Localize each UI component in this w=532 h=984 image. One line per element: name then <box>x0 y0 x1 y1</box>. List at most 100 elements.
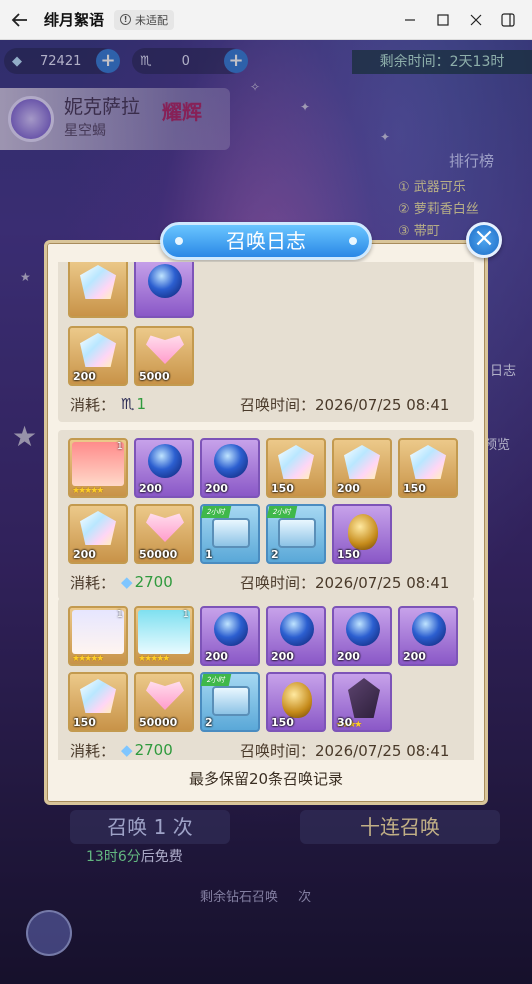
item-count-badge: 1 <box>116 441 123 452</box>
item-quantity: 200 <box>205 482 228 495</box>
reward-item[interactable]: 200 <box>200 438 260 498</box>
gem-icon <box>80 265 116 299</box>
gem-icon <box>80 511 116 545</box>
item-quantity: 200 <box>139 482 162 495</box>
chest-icon <box>278 518 316 548</box>
log-limit-note: 最多保留20条召唤记录 <box>188 770 344 788</box>
star-rating: ★★★★★ <box>138 654 170 664</box>
heart-icon <box>146 513 184 542</box>
reward-item[interactable]: 200 <box>266 606 326 666</box>
orb-icon <box>148 444 182 478</box>
reward-item[interactable]: 150 <box>332 504 392 564</box>
reward-item[interactable]: 150 <box>266 672 326 732</box>
item-quantity: 200 <box>73 548 96 561</box>
reward-item[interactable]: 2小时 2 <box>266 504 326 564</box>
heart-icon <box>146 681 184 710</box>
orb-icon <box>412 612 446 646</box>
reward-item[interactable]: 1 ★★★★★ <box>134 606 194 666</box>
cost-value: 2700 <box>134 573 173 591</box>
reward-item[interactable]: 150 <box>68 672 128 732</box>
duration-tag: 2小时 <box>266 506 298 518</box>
reward-item[interactable]: 200 <box>332 438 392 498</box>
duration-tag: 2小时 <box>200 674 232 686</box>
summon-log-list[interactable]: 消耗：♏1召唤时间：2026/07/25 08:422005000消耗：♏1召唤… <box>58 262 474 760</box>
record-summary: 消耗： ◆ 2700 召唤时间：2026/07/25 08:41 <box>70 572 470 592</box>
item-quantity: 50000 <box>139 548 178 561</box>
item-quantity: 30 <box>337 716 353 729</box>
reward-item[interactable]: 200 <box>68 504 128 564</box>
egg-icon <box>348 514 378 550</box>
orb-icon <box>346 612 380 646</box>
reward-item[interactable]: 5000 <box>134 326 194 386</box>
item-quantity: 1 <box>205 548 213 561</box>
cost-label: 消耗： <box>70 741 116 760</box>
minimize-icon[interactable] <box>394 0 426 40</box>
close-dialog-button[interactable]: × <box>466 222 502 258</box>
reward-item[interactable]: 200 <box>68 326 128 386</box>
back-arrow-icon[interactable] <box>0 0 40 40</box>
summon-record: 1 ★★★★★ 1 ★★★★★ 200 200 200 200 150 50000 2小时 2 150 ★… <box>58 598 474 760</box>
cost-label: 消耗： <box>70 573 116 592</box>
window-title: 绯月絮语 <box>44 11 105 29</box>
item-quantity: 200 <box>403 650 426 663</box>
compat-badge-label: 未适配 <box>135 13 169 27</box>
item-quantity: 2 <box>205 716 213 729</box>
banner-dot-icon <box>175 237 183 245</box>
orb-icon <box>214 444 248 478</box>
close-window-icon[interactable] <box>460 0 492 40</box>
reward-item[interactable]: 200 <box>134 438 194 498</box>
star-rating: ★★★★★ <box>72 486 104 496</box>
reward-item[interactable]: 50000 <box>134 504 194 564</box>
side-panel-icon[interactable] <box>492 0 524 40</box>
reward-item[interactable]: 50000 <box>134 672 194 732</box>
reward-item[interactable]: 150 <box>266 438 326 498</box>
info-icon: ! <box>120 14 132 25</box>
item-quantity: 200 <box>205 650 228 663</box>
gem-icon <box>410 445 446 479</box>
summon-time: 召唤时间：2026/07/25 08:41 <box>240 741 450 760</box>
reward-item[interactable]: 1 ★★★★★ <box>68 606 128 666</box>
reward-item[interactable] <box>68 262 128 318</box>
reward-item[interactable]: ★★★★ 30 <box>332 672 392 732</box>
banner-dot-icon <box>349 237 357 245</box>
item-count-badge: 1 <box>182 609 189 620</box>
cost-value: 2700 <box>134 741 173 759</box>
chest-icon <box>212 518 250 548</box>
reward-item[interactable]: 1 ★★★★★ <box>68 438 128 498</box>
orb-icon <box>214 612 248 646</box>
item-quantity: 5000 <box>139 370 170 383</box>
item-quantity: 200 <box>337 650 360 663</box>
window-titlebar: 绯月絮语 ! 未适配 <box>0 0 532 40</box>
item-quantity: 200 <box>271 650 294 663</box>
summon-record: 200 5000 消耗： ♏ 1 召唤时间：2026/07/25 08:41 <box>58 318 474 422</box>
item-quantity: 150 <box>403 482 426 495</box>
orb-icon <box>280 612 314 646</box>
diamond-icon: ◆ <box>121 741 133 759</box>
dialog-title-banner: 召唤日志 <box>160 222 372 260</box>
reward-item[interactable] <box>134 262 194 318</box>
reward-item[interactable]: 200 <box>332 606 392 666</box>
summon-time: 召唤时间：2026/07/25 08:41 <box>240 395 450 414</box>
egg-icon <box>282 682 312 718</box>
item-quantity: 2 <box>271 548 279 561</box>
reward-item[interactable]: 150 <box>398 438 458 498</box>
gem-icon <box>80 679 116 713</box>
item-quantity: 50000 <box>139 716 178 729</box>
dialog-title: 召唤日志 <box>226 229 306 253</box>
item-quantity: 150 <box>271 716 294 729</box>
item-quantity: 150 <box>73 716 96 729</box>
star-rating: ★★★★★ <box>72 654 104 664</box>
summon-time: 召唤时间：2026/07/25 08:41 <box>240 573 450 592</box>
reward-item[interactable]: 200 <box>398 606 458 666</box>
reward-item[interactable]: 200 <box>200 606 260 666</box>
gem-icon <box>344 445 380 479</box>
reward-item[interactable]: 2小时 1 <box>200 504 260 564</box>
record-summary: 消耗： ◆ 2700 召唤时间：2026/07/25 08:41 <box>70 740 470 760</box>
orb-icon <box>148 264 182 298</box>
gem-icon <box>278 445 314 479</box>
chest-icon <box>212 686 250 716</box>
maximize-icon[interactable] <box>427 0 459 40</box>
item-quantity: 150 <box>337 548 360 561</box>
heart-icon <box>146 335 184 364</box>
reward-item[interactable]: 2小时 2 <box>200 672 260 732</box>
